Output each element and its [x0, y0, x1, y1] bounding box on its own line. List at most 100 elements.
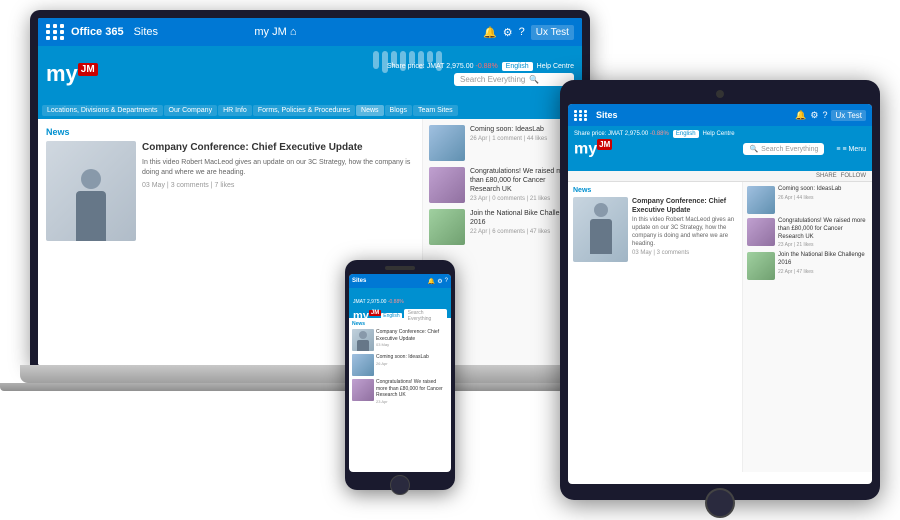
nav-our-company[interactable]: Our Company	[164, 105, 218, 116]
tablet-follow-btn[interactable]: FOLLOW	[841, 173, 866, 179]
office365-bar: Office 365 Sites my JM ⌂ 🔔 ⚙ ? Ux Test	[38, 18, 582, 46]
tablet-logo-row: myJM 🔍 Search Everything ≡ ≡ Menu	[574, 140, 866, 158]
phone-search[interactable]: Search Everything	[404, 309, 447, 323]
side-thumb-2	[429, 167, 465, 203]
phone-thumb-2	[352, 354, 374, 376]
myjm-header: myJM Share price: JMAT 2,975.00	[38, 46, 582, 101]
nav-forms[interactable]: Forms, Policies & Procedures	[253, 105, 355, 116]
language-selector[interactable]: English	[502, 62, 533, 71]
tablet-user-menu[interactable]: Ux Test	[831, 110, 866, 121]
content-area: News Company Conference: Chief Executive…	[38, 119, 582, 365]
person-silhouette	[76, 169, 106, 241]
tablet-side-thumb-3	[747, 252, 775, 280]
tablet-person-head	[594, 203, 608, 217]
phone-logo-row: myJM English Search Everything	[353, 309, 447, 323]
tablet-search[interactable]: 🔍 Search Everything	[743, 143, 824, 155]
myjm-nav-label[interactable]: my JM ⌂	[254, 26, 296, 38]
help-icon[interactable]: ?	[519, 26, 525, 38]
tablet-hero-img	[573, 197, 628, 262]
nav-team-sites[interactable]: Team Sites	[413, 105, 458, 116]
side-article-2[interactable]: Congratulations! We raised more than £80…	[429, 167, 576, 203]
laptop-base	[20, 365, 600, 383]
decorative-people	[373, 51, 442, 73]
tablet-toolbar-icons: 🔔 ⚙ ? Ux Test	[795, 110, 866, 121]
tablet-side-meta-2: 23 Apr | 21 likes	[778, 242, 868, 248]
tablet-menu-icon: ≡	[836, 146, 840, 153]
phone-sites: Sites	[352, 278, 366, 284]
tablet-side-thumb-1	[747, 186, 775, 214]
news-hero-image	[46, 141, 136, 241]
help-centre-link[interactable]: Help Centre	[537, 63, 574, 70]
tablet-gear-icon[interactable]: ⚙	[810, 110, 818, 121]
nav-news[interactable]: News	[356, 105, 384, 116]
phone-article-3-title: Congratulations! We raised more than £80…	[376, 379, 448, 399]
myjm-logo: myJM	[46, 63, 98, 85]
side-article-1[interactable]: Coming soon: IdeasLab 26 Apr | 1 comment…	[429, 125, 576, 161]
user-menu[interactable]: Ux Test	[531, 25, 574, 40]
laptop-screen-outer: Office 365 Sites my JM ⌂ 🔔 ⚙ ? Ux Test m…	[30, 10, 590, 365]
phone-article-3[interactable]: Congratulations! We raised more than £80…	[352, 379, 448, 404]
tablet-sidebar: Coming soon: IdeasLab 26 Apr | 44 likes …	[742, 182, 872, 472]
waffle-icon[interactable]	[46, 24, 65, 40]
phone-article-1[interactable]: Company Conference: Chief Executive Upda…	[352, 329, 448, 351]
phone-help-icon[interactable]: ?	[445, 278, 448, 285]
phone-article-1-text: Company Conference: Chief Executive Upda…	[376, 329, 448, 351]
news-hero-title[interactable]: Company Conference: Chief Executive Upda…	[142, 141, 414, 154]
tablet-waffle-icon[interactable]	[574, 110, 588, 121]
tablet-share-btn[interactable]: SHARE	[816, 173, 837, 179]
news-section-label: News	[46, 127, 414, 137]
phone-home-button[interactable]	[390, 475, 410, 495]
tablet-side-thumb-2	[747, 218, 775, 246]
phone-gear-icon[interactable]: ⚙	[437, 278, 442, 285]
phone-bell-icon[interactable]: 🔔	[428, 278, 435, 285]
tablet-sites-title: Sites	[596, 110, 618, 120]
side-article-3[interactable]: Join the National Bike Challenge 2016 22…	[429, 209, 576, 245]
tablet-side-2[interactable]: Congratulations! We raised more than £80…	[747, 218, 868, 248]
phone-icons: 🔔 ⚙ ?	[428, 278, 448, 285]
tablet-main: News Company Conference: Chief Executive…	[568, 182, 742, 472]
tablet-side-3[interactable]: Join the National Bike Challenge 2016 22…	[747, 252, 868, 280]
phone-article-2[interactable]: Coming soon: IdeasLab 26 Apr	[352, 354, 448, 376]
tablet-news-label: News	[573, 187, 737, 194]
tablet-help-icon[interactable]: ?	[822, 110, 827, 121]
phone-article-1-meta: 03 May	[376, 342, 448, 347]
tablet-lang[interactable]: English	[673, 130, 699, 138]
tablet-screen: Sites 🔔 ⚙ ? Ux Test Share price: JMAT 2,…	[568, 104, 872, 484]
scene: Office 365 Sites my JM ⌂ 🔔 ⚙ ? Ux Test m…	[0, 0, 900, 520]
tablet-search-icon: 🔍	[749, 145, 758, 153]
tablet-help[interactable]: Help Centre	[703, 131, 735, 137]
tablet-hero-title[interactable]: Company Conference: Chief Executive Upda…	[632, 197, 737, 215]
news-hero-description: In this video Robert MacLeod gives an up…	[142, 158, 414, 178]
tablet-camera	[716, 90, 724, 98]
search-icon: 🔍	[529, 75, 539, 84]
gear-icon[interactable]: ⚙	[503, 26, 513, 39]
tablet-share-price: Share price: JMAT 2,975.00 -0.88%	[574, 131, 669, 137]
nav-bar: Locations, Divisions & Departments Our C…	[38, 101, 582, 119]
phone-device: Sites 🔔 ⚙ ? JMAT 2,975.00 -0.88%	[345, 260, 455, 500]
phone-lang[interactable]: English	[381, 313, 401, 319]
side-title-1: Coming soon: IdeasLab	[470, 125, 547, 134]
tablet-share-row: Share price: JMAT 2,975.00 -0.88% Englis…	[574, 130, 866, 138]
tablet-hero-desc: In this video Robert MacLeod gives an up…	[632, 217, 737, 248]
tablet-hero-meta: 03 May | 3 comments	[632, 250, 737, 256]
news-hero[interactable]: Company Conference: Chief Executive Upda…	[46, 141, 414, 241]
phone-screen: Sites 🔔 ⚙ ? JMAT 2,975.00 -0.88%	[349, 274, 451, 472]
bell-icon[interactable]: 🔔	[483, 26, 497, 39]
phone-article-1-title: Company Conference: Chief Executive Upda…	[376, 329, 448, 342]
tablet-bell-icon[interactable]: 🔔	[795, 110, 806, 121]
search-bar[interactable]: Search Everything 🔍	[454, 73, 574, 86]
tablet-side-1[interactable]: Coming soon: IdeasLab 26 Apr | 44 likes	[747, 186, 868, 214]
laptop-screen: Office 365 Sites my JM ⌂ 🔔 ⚙ ? Ux Test m…	[38, 18, 582, 365]
tablet-myjm-header: Share price: JMAT 2,975.00 -0.88% Englis…	[568, 126, 872, 171]
tablet-side-3-text: Join the National Bike Challenge 2016 22…	[778, 252, 868, 280]
nav-blogs[interactable]: Blogs	[385, 105, 413, 116]
phone-article-2-title: Coming soon: IdeasLab	[376, 354, 429, 361]
tablet-hero[interactable]: Company Conference: Chief Executive Upda…	[573, 197, 737, 262]
phone-header: JMAT 2,975.00 -0.88% myJM English Search…	[349, 288, 451, 318]
sites-label[interactable]: Sites	[134, 26, 158, 38]
tablet-side-title-3: Join the National Bike Challenge 2016	[778, 252, 868, 268]
tablet-menu[interactable]: ≡ ≡ Menu	[836, 146, 866, 153]
tablet-home-button[interactable]	[705, 488, 735, 518]
nav-locations[interactable]: Locations, Divisions & Departments	[42, 105, 163, 116]
nav-hr-info[interactable]: HR Info	[218, 105, 252, 116]
